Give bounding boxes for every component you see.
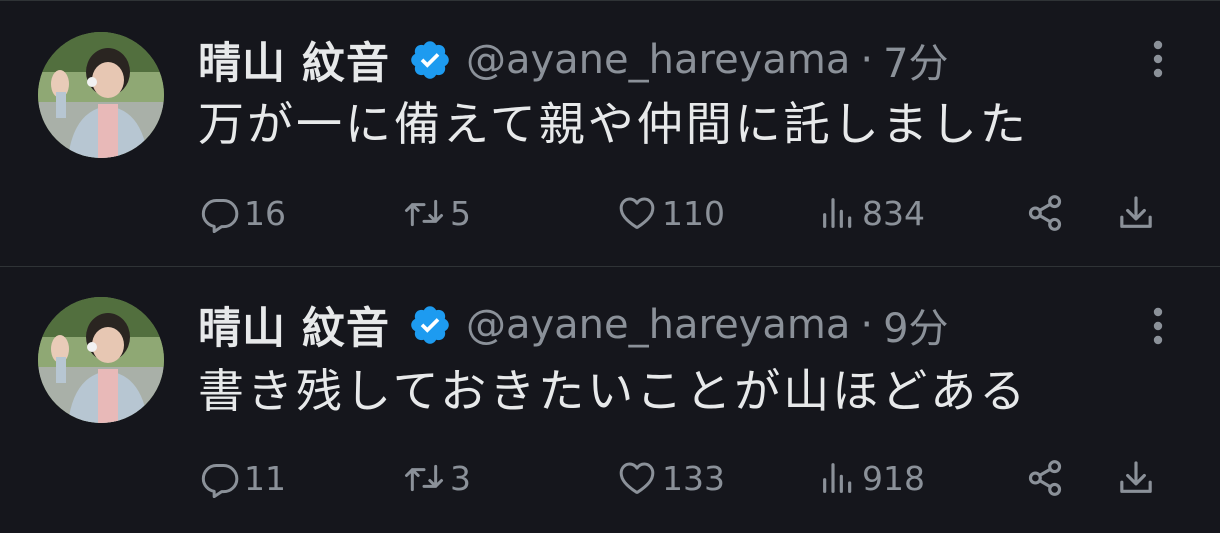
tweet-header: 晴山 紋音 @ayane_hareyama · 7分 (198, 30, 949, 90)
display-name[interactable]: 晴山 紋音 (198, 29, 390, 91)
share-button[interactable] (1024, 451, 1066, 505)
share-icon (1024, 192, 1066, 234)
avatar[interactable] (38, 297, 164, 423)
reply-button[interactable]: 16 (200, 186, 286, 240)
views-button[interactable]: 834 (818, 186, 925, 240)
reply-count: 16 (244, 193, 286, 233)
retweet-button[interactable]: 3 (402, 451, 471, 505)
share-button[interactable] (1024, 186, 1066, 240)
timeline-feed: 晴山 紋音 @ayane_hareyama · 7分 万が一に備えて親や仲間に託… (0, 0, 1220, 507)
handle[interactable]: @ayane_hareyama (466, 37, 850, 83)
reply-icon (200, 458, 240, 498)
download-icon (1116, 458, 1156, 498)
separator-dot: · (860, 302, 874, 348)
view-count: 834 (862, 193, 925, 233)
retweet-button[interactable]: 5 (402, 186, 471, 240)
retweet-count: 5 (450, 193, 471, 233)
views-icon (818, 458, 858, 498)
like-button[interactable]: 110 (616, 186, 725, 240)
tweet-actions: 16 5 110 834 (0, 186, 1220, 240)
download-button[interactable] (1116, 186, 1156, 240)
display-name[interactable]: 晴山 紋音 (198, 294, 390, 356)
reply-count: 11 (244, 458, 286, 498)
download-button[interactable] (1116, 451, 1156, 505)
tweet-text: 万が一に備えて親や仲間に託しました (198, 97, 1029, 151)
avatar[interactable] (38, 32, 164, 158)
views-icon (818, 193, 858, 233)
tweet-header: 晴山 紋音 @ayane_hareyama · 9分 (198, 295, 949, 355)
view-count: 918 (862, 458, 925, 498)
heart-icon (616, 193, 658, 233)
tweet-actions: 11 3 133 918 (0, 451, 1220, 505)
download-icon (1116, 193, 1156, 233)
like-count: 133 (662, 458, 725, 498)
verified-badge-icon (408, 303, 452, 347)
separator-dot: · (860, 37, 874, 83)
retweet-icon (402, 193, 446, 233)
tweet-card[interactable]: 晴山 紋音 @ayane_hareyama · 9分 書き残しておきたいことが山… (0, 267, 1220, 533)
reply-button[interactable]: 11 (200, 451, 286, 505)
more-vertical-icon[interactable] (1148, 303, 1168, 349)
retweet-icon (402, 458, 446, 498)
timestamp[interactable]: 7分 (883, 31, 948, 89)
verified-badge-icon (408, 38, 452, 82)
tweet-text: 書き残しておきたいことが山ほどある (198, 364, 1029, 418)
retweet-count: 3 (450, 458, 471, 498)
handle[interactable]: @ayane_hareyama (466, 302, 850, 348)
reply-icon (200, 193, 240, 233)
like-button[interactable]: 133 (616, 451, 725, 505)
heart-icon (616, 458, 658, 498)
timestamp[interactable]: 9分 (883, 296, 948, 354)
like-count: 110 (662, 193, 725, 233)
share-icon (1024, 457, 1066, 499)
views-button[interactable]: 918 (818, 451, 925, 505)
more-vertical-icon[interactable] (1148, 36, 1168, 82)
tweet-card[interactable]: 晴山 紋音 @ayane_hareyama · 7分 万が一に備えて親や仲間に託… (0, 0, 1220, 266)
